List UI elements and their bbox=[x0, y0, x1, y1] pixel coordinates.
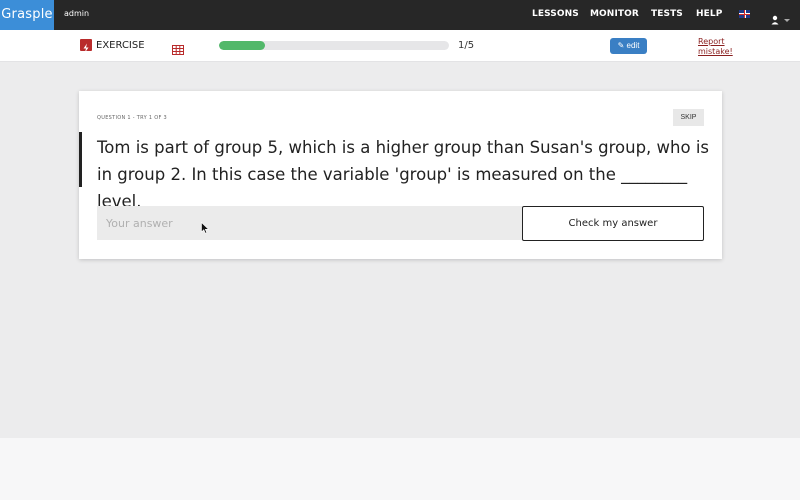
user-name: admin bbox=[64, 9, 90, 18]
nav-monitor[interactable]: MONITOR bbox=[590, 9, 639, 19]
answer-input[interactable] bbox=[97, 206, 522, 240]
user-menu[interactable] bbox=[771, 10, 793, 25]
progress-count: 1/5 bbox=[458, 40, 475, 51]
question-text: Tom is part of group 5, which is a highe… bbox=[97, 138, 710, 211]
progress-bar bbox=[219, 41, 449, 50]
exercise-toolbar: EXERCISE 1/5 ✎ edit Report mistake! bbox=[0, 30, 800, 62]
nav-lessons[interactable]: LESSONS bbox=[532, 9, 579, 19]
user-icon bbox=[771, 15, 790, 25]
nav-tests[interactable]: TESTS bbox=[651, 9, 683, 19]
edit-button[interactable]: ✎ edit bbox=[610, 38, 647, 54]
edit-label: edit bbox=[626, 41, 640, 50]
question-card: QUESTION 1 - TRY 1 OF 3 SKIP Tom is part… bbox=[79, 91, 722, 259]
table-icon[interactable] bbox=[172, 40, 184, 55]
top-navbar: Grasple admin LESSONS MONITOR TESTS HELP bbox=[0, 0, 800, 30]
nav-help[interactable]: HELP bbox=[696, 9, 722, 19]
exercise-label: EXERCISE bbox=[96, 40, 145, 51]
question-accent-bar bbox=[79, 132, 82, 187]
progress-fill bbox=[219, 41, 265, 50]
uk-flag-icon[interactable] bbox=[739, 10, 750, 18]
skip-button[interactable]: SKIP bbox=[673, 109, 704, 126]
question-meta: QUESTION 1 - TRY 1 OF 3 bbox=[97, 115, 167, 121]
report-mistake-link[interactable]: Report mistake! bbox=[698, 37, 738, 57]
exercise-bolt-icon bbox=[80, 39, 92, 53]
mouse-cursor-icon bbox=[201, 222, 209, 234]
pencil-icon: ✎ bbox=[617, 41, 625, 50]
check-answer-button[interactable]: Check my answer bbox=[522, 206, 704, 241]
brand-logo[interactable]: Grasple bbox=[0, 0, 54, 30]
